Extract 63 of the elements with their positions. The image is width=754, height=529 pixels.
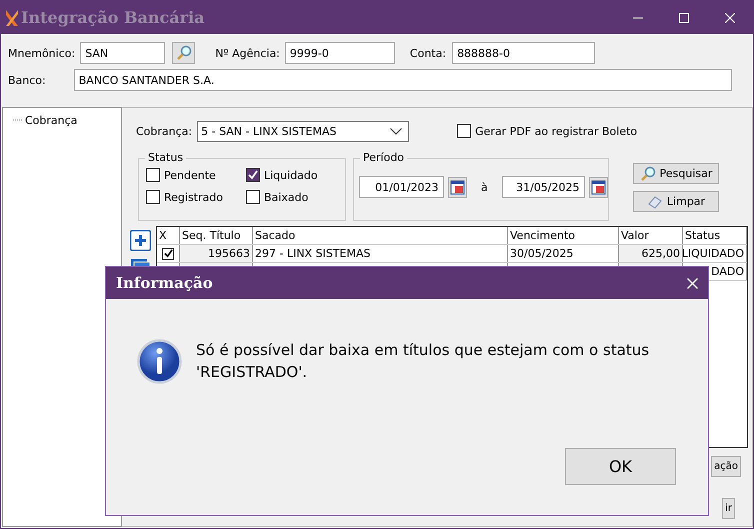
calendar-button[interactable] [588, 176, 608, 198]
checkbox[interactable] [146, 168, 160, 182]
message-text: Só é possível dar baixa em títulos que estejam com o status 'REGISTRADO'. [196, 340, 650, 383]
group-title: Período [360, 151, 408, 164]
field-label: Conta: [410, 46, 446, 60]
date-field[interactable]: 01/01/2023 [359, 176, 444, 198]
row-checkbox[interactable] [162, 248, 174, 260]
select-field[interactable]: 5 - SAN - LINX SISTEMAS [197, 120, 410, 142]
column-header[interactable]: Vencimento [508, 227, 619, 244]
close-icon [725, 12, 735, 22]
checkbox[interactable] [457, 124, 472, 138]
magnifier-icon [176, 45, 192, 61]
tree-item[interactable]: Cobrança [13, 114, 78, 126]
column-header[interactable]: Sacado [253, 227, 508, 244]
input-field[interactable]: BANCO SANTANDER S.A. [74, 69, 732, 91]
table-cell: 195663 [208, 247, 250, 260]
table-cell: 30/05/2025 [510, 247, 574, 260]
eraser-icon [646, 194, 663, 208]
group-title: Status [145, 151, 186, 164]
checkbox[interactable] [246, 190, 260, 204]
search-button[interactable] [172, 42, 196, 64]
field-label: Banco: [8, 74, 46, 86]
search-button[interactable]: Pesquisar [633, 163, 719, 184]
input-field[interactable]: 888888-0 [452, 42, 596, 64]
field-label: Cobrança: [136, 124, 192, 138]
table-cell: DADO [711, 265, 744, 278]
info-icon [137, 339, 182, 384]
calendar-icon [450, 180, 465, 194]
calendar-icon [590, 180, 606, 194]
ok-button[interactable]: OK [565, 448, 676, 485]
column-header[interactable]: Status [683, 227, 747, 244]
input-field[interactable]: 9999-0 [284, 42, 395, 64]
clear-button[interactable]: Limpar [633, 191, 719, 212]
checkbox-label: Liquidado [264, 168, 318, 182]
field-label: Mnemônico: [8, 46, 76, 60]
checkbox[interactable] [246, 168, 260, 182]
checkbox-label: Gerar PDF ao registrar Boleto [475, 124, 638, 138]
field-label: Nº Agência: [215, 46, 280, 60]
window-title: Integração Bancária [21, 8, 205, 27]
table-cell: LIQUIDADO [683, 247, 744, 260]
checkbox-label: Pendente [164, 168, 216, 182]
input-field[interactable]: SAN [80, 42, 166, 64]
chevron-down-icon [390, 128, 402, 134]
maximize-icon [679, 12, 689, 22]
dotted-line-icon [13, 119, 23, 121]
checkbox[interactable] [146, 190, 160, 204]
action-button[interactable]: ir [722, 498, 735, 519]
date-field[interactable]: 31/05/2025 [502, 176, 585, 198]
table-cell: 625,00 [642, 247, 680, 260]
column-header[interactable]: X [157, 227, 180, 244]
add-icon[interactable] [130, 230, 151, 251]
separator-text: à [481, 180, 488, 194]
calendar-button[interactable] [448, 176, 468, 198]
magnifier-icon [640, 166, 656, 182]
column-header[interactable]: Valor [619, 227, 683, 244]
table-cell: 297 - LINX SISTEMAS [255, 247, 370, 260]
column-header[interactable]: Seq. Título [180, 227, 253, 244]
checkbox-label: Registrado [164, 190, 223, 204]
app-logo-icon [5, 8, 19, 26]
action-button[interactable]: ação [711, 456, 741, 477]
checkbox-label: Baixado [264, 190, 308, 204]
dialog-title: Informação [116, 274, 213, 292]
close-icon[interactable] [687, 278, 698, 288]
